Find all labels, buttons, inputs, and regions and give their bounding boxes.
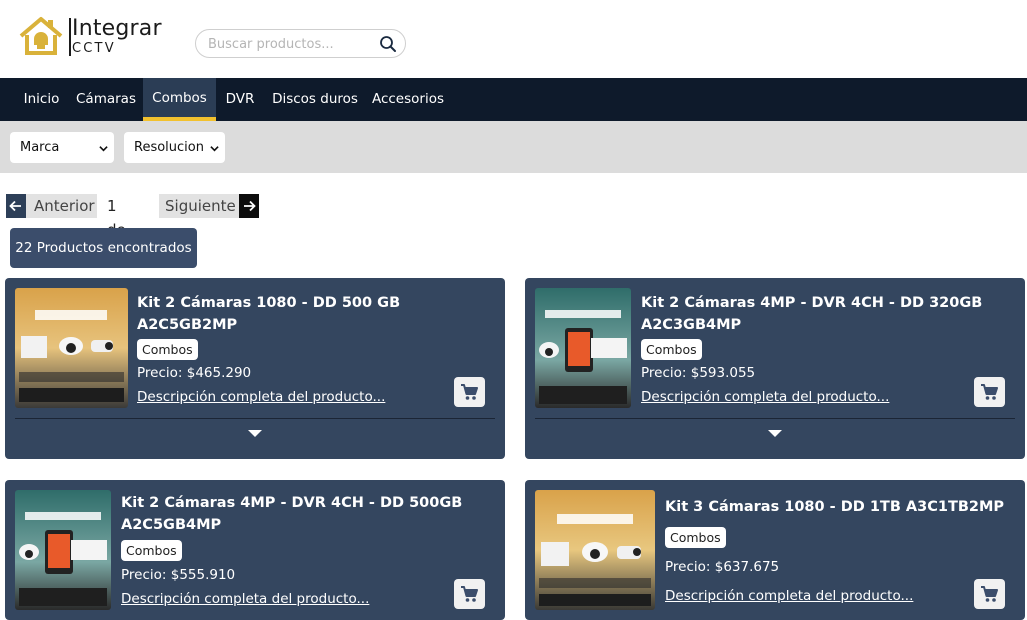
category-badge: Combos	[137, 339, 198, 360]
prev-page-label: Anterior	[34, 197, 95, 215]
category-badge: Combos	[641, 339, 702, 360]
product-description-link[interactable]: Descripción completa del producto...	[121, 591, 369, 607]
product-title-line2: A2C3GB4MP	[641, 317, 742, 333]
product-title-line2: A2C5GB2MP	[137, 317, 238, 333]
product-price: Precio: $465.290	[137, 365, 252, 381]
site-header: Integrar CCTV	[0, 0, 1027, 78]
product-card[interactable]: Kit 3 Cámaras 1080 - DD 1TB A3C1TB2MP Co…	[525, 480, 1025, 620]
add-to-cart-button[interactable]	[454, 579, 485, 609]
product-title-line1: Kit 2 Cámaras 4MP - DVR 4CH - DD 320GB	[641, 295, 983, 311]
product-price: Precio: $555.910	[121, 567, 236, 583]
card-divider	[535, 418, 1015, 419]
product-title-line2: A2C5GB4MP	[121, 517, 222, 533]
search-input[interactable]	[208, 35, 373, 53]
site-logo[interactable]: Integrar CCTV	[18, 14, 168, 58]
brand-select[interactable]: Marca	[10, 132, 114, 163]
cart-icon	[981, 586, 998, 602]
chevron-down-icon	[99, 146, 108, 152]
add-to-cart-button[interactable]	[974, 377, 1005, 407]
product-price: Precio: $637.675	[665, 559, 780, 575]
brand-select-value: Marca	[20, 140, 60, 155]
house-camera-logo-icon	[19, 17, 63, 55]
nav-item-discos-duros[interactable]: Discos duros	[266, 78, 364, 121]
prev-page-button[interactable]: Anterior	[6, 194, 97, 218]
cart-icon	[461, 586, 478, 602]
product-description-link[interactable]: Descripción completa del producto...	[641, 389, 889, 405]
nav-item-camaras[interactable]: Cámaras	[71, 78, 141, 121]
product-title[interactable]: Kit 2 Cámaras 1080 - DD 500 GB A2C5GB2MP	[137, 292, 400, 336]
product-description-link[interactable]: Descripción completa del producto...	[665, 588, 913, 604]
product-image[interactable]	[535, 490, 655, 610]
next-page-label: Siguiente	[165, 197, 236, 215]
category-badge: Combos	[665, 527, 726, 548]
search-box[interactable]	[195, 29, 406, 58]
product-card[interactable]: Kit 2 Cámaras 4MP - DVR 4CH - DD 320GB A…	[525, 278, 1025, 459]
cart-icon	[461, 384, 478, 400]
nav-item-inicio[interactable]: Inicio	[15, 78, 68, 121]
logo-divider	[69, 18, 71, 56]
main-nav: Inicio Cámaras Combos DVR Discos duros A…	[0, 78, 1027, 121]
add-to-cart-button[interactable]	[974, 579, 1005, 609]
card-divider	[15, 418, 495, 419]
product-title-line1: Kit 2 Cámaras 4MP - DVR 4CH - DD 500GB	[121, 495, 463, 511]
resolution-select-value: Resolucion	[134, 140, 204, 155]
nav-item-dvr[interactable]: DVR	[218, 78, 262, 121]
next-page-button[interactable]: Siguiente	[159, 194, 259, 218]
brand-name: Integrar	[72, 16, 162, 41]
product-title[interactable]: Kit 2 Cámaras 4MP - DVR 4CH - DD 500GB A…	[121, 492, 462, 536]
product-card[interactable]: Kit 2 Cámaras 4MP - DVR 4CH - DD 500GB A…	[5, 480, 505, 620]
product-title-line1: Kit 3 Cámaras 1080 - DD 1TB A3C1TB2MP	[665, 499, 1005, 515]
search-icon[interactable]	[379, 35, 397, 53]
nav-item-combos[interactable]: Combos	[143, 78, 216, 121]
cart-icon	[981, 384, 998, 400]
filter-bar: Marca Resolucion	[0, 121, 1027, 173]
arrow-left-icon	[6, 194, 26, 218]
category-badge: Combos	[121, 540, 182, 561]
arrow-right-icon	[239, 194, 259, 218]
resolution-select[interactable]: Resolucion	[124, 132, 225, 163]
results-count: 22 Productos encontrados	[10, 228, 197, 268]
product-title[interactable]: Kit 2 Cámaras 4MP - DVR 4CH - DD 320GB A…	[641, 292, 982, 336]
product-price: Precio: $593.055	[641, 365, 756, 381]
brand-subtitle: CCTV	[72, 41, 116, 56]
nav-item-accesorios[interactable]: Accesorios	[367, 78, 449, 121]
product-image[interactable]	[535, 288, 631, 408]
chevron-down-icon	[210, 146, 219, 152]
caret-down-icon[interactable]	[768, 430, 782, 437]
caret-down-icon[interactable]	[248, 430, 262, 437]
product-title-line1: Kit 2 Cámaras 1080 - DD 500 GB	[137, 295, 401, 311]
add-to-cart-button[interactable]	[454, 377, 485, 407]
product-description-link[interactable]: Descripción completa del producto...	[137, 389, 385, 405]
product-image[interactable]	[15, 490, 111, 610]
product-card[interactable]: Kit 2 Cámaras 1080 - DD 500 GB A2C5GB2MP…	[5, 278, 505, 459]
product-title[interactable]: Kit 3 Cámaras 1080 - DD 1TB A3C1TB2MP	[665, 496, 1004, 518]
product-image[interactable]	[15, 288, 128, 408]
